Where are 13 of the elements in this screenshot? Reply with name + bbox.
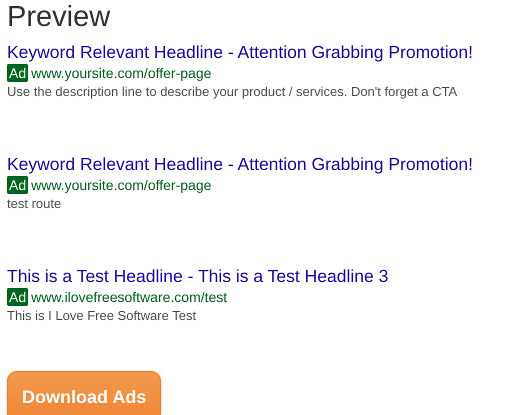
ad-label: Ad [7,288,28,306]
ad-label: Ad [7,176,28,194]
ad-url: www.yoursite.com/offer-page [31,176,212,194]
ad-description: This is I Love Free Software Test [7,307,198,325]
ad-url: www.yoursite.com/offer-page [31,64,212,82]
ad-label: Ad [7,64,28,82]
ad-headline-link[interactable]: Keyword Relevant Headline - Attention Grabbing Promotion! [7,41,473,63]
ad-headline-link[interactable]: Keyword Relevant Headline - Attention Grabbing Promotion! [7,153,473,175]
ad-headline-link[interactable]: This is a Test Headline - This is a Test Headline 3 [7,265,388,287]
preview-title: Preview [7,0,112,33]
ad-description: test route [7,195,62,213]
ad-url: www.ilovefreesoftware.com/test [31,288,228,306]
ad-description: Use the description line to describe your product / services. Don't forget a CTA [7,83,458,101]
